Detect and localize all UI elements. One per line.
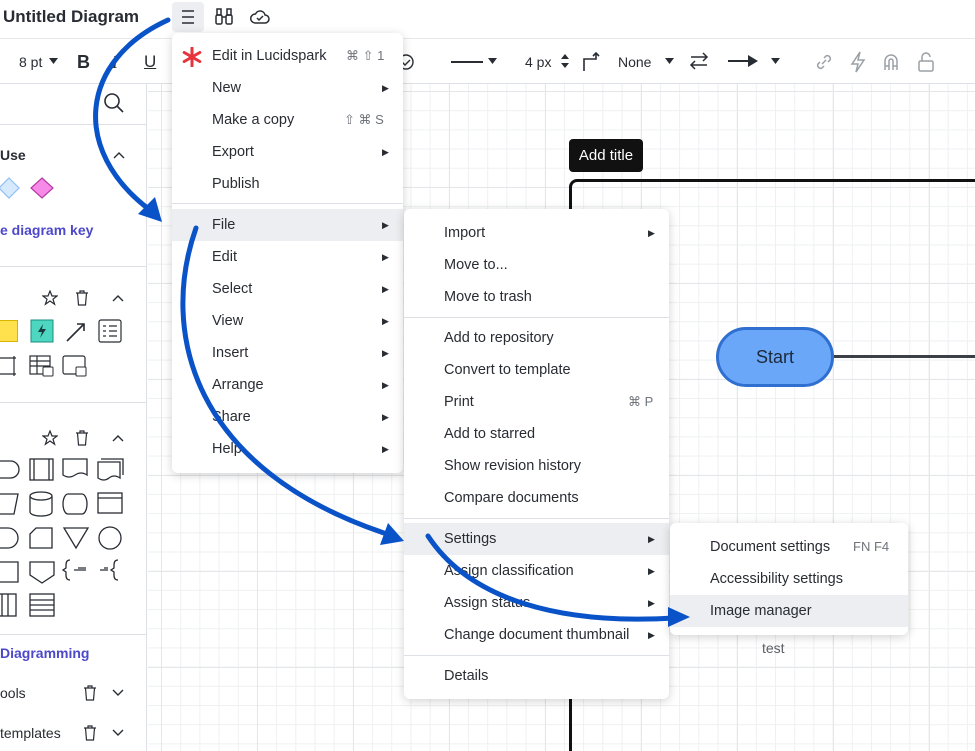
top-bar: Untitled Diagram <box>0 0 975 38</box>
formatting-toolbar: 8 pt B I U 4 px None <box>0 38 975 84</box>
line-style-icon[interactable] <box>451 60 483 64</box>
menu-item-add-to-starred[interactable]: Add to starred <box>404 418 669 450</box>
star-icon[interactable] <box>42 290 58 306</box>
menu-item-accessibility-settings[interactable]: Accessibility settings <box>670 563 908 595</box>
menu-item-move-to-trash[interactable]: Move to trash <box>404 281 669 313</box>
menu-item-edit-in-lucidspark[interactable]: Edit in Lucidspark ⌘ ⇧ 1 <box>172 40 403 72</box>
container-shape-icon[interactable] <box>0 354 18 378</box>
menu-item-compare-documents[interactable]: Compare documents <box>404 482 669 514</box>
chevron-down-icon[interactable] <box>112 729 124 737</box>
chevron-down-icon[interactable] <box>665 58 674 65</box>
trash-icon[interactable] <box>83 685 97 701</box>
chevron-down-icon[interactable] <box>112 689 124 697</box>
bold-button[interactable]: B <box>77 52 90 73</box>
menu-item-assign-classification[interactable]: Assign classification ▶ <box>404 555 669 587</box>
arrow-endpoint-icon[interactable] <box>728 54 760 68</box>
menu-item-help[interactable]: Help ▶ <box>172 433 403 465</box>
menu-item-publish[interactable]: Publish <box>172 168 403 200</box>
menu-divider <box>404 655 669 656</box>
connector-line[interactable] <box>834 355 975 358</box>
menu-divider <box>172 203 403 204</box>
menu-item-arrange[interactable]: Arrange ▶ <box>172 369 403 401</box>
underline-button[interactable]: U <box>144 52 156 72</box>
sticky-note-shape[interactable] <box>0 320 18 342</box>
text-label[interactable]: test <box>762 640 785 656</box>
menu-item-make-a-copy[interactable]: Make a copy ⇧ ⌘ S <box>172 104 403 136</box>
magnet-icon[interactable] <box>882 52 900 72</box>
menu-item-view[interactable]: View ▶ <box>172 305 403 337</box>
section-title-use: Use <box>0 147 26 163</box>
menu-icon <box>182 10 194 24</box>
diamond-shape-light-icon[interactable] <box>0 177 20 199</box>
menu-divider <box>404 518 669 519</box>
lucidspark-icon <box>182 47 202 67</box>
line-arrow-shape-icon[interactable] <box>64 320 88 344</box>
menu-divider <box>404 317 669 318</box>
chevron-down-icon[interactable] <box>49 58 58 65</box>
menu-item-settings[interactable]: Settings ▶ <box>404 523 669 555</box>
card-shape-icon[interactable] <box>62 354 88 378</box>
line-width-stepper[interactable]: 4 px <box>525 54 551 70</box>
menu-item-share[interactable]: Share ▶ <box>172 401 403 433</box>
file-submenu: Import ▶ Move to... Move to trash Add to … <box>404 209 669 699</box>
swap-endpoints-icon[interactable] <box>688 51 710 71</box>
templates-section-label[interactable]: templates <box>0 725 61 741</box>
trash-icon[interactable] <box>75 290 89 306</box>
menu-item-export[interactable]: Export ▶ <box>172 136 403 168</box>
menu-item-show-revision-history[interactable]: Show revision history <box>404 450 669 482</box>
add-title-button[interactable]: Add title <box>569 139 643 172</box>
trash-icon[interactable] <box>75 430 89 446</box>
endpoint-start-select[interactable]: None <box>618 54 651 70</box>
shape-library-panel: Use e diagram key Diagramming ools templ… <box>0 84 147 751</box>
document-title[interactable]: Untitled Diagram <box>3 7 139 27</box>
line-shape-elbow-icon[interactable] <box>582 51 602 73</box>
lock-icon[interactable] <box>917 51 935 73</box>
menu-item-select[interactable]: Select ▶ <box>172 273 403 305</box>
menu-item-document-settings[interactable]: Document settings FN F4 <box>670 531 908 563</box>
start-terminator-shape[interactable]: Start <box>716 327 834 387</box>
menu-item-import[interactable]: Import ▶ <box>404 217 669 249</box>
tools-section-label[interactable]: ools <box>0 685 26 701</box>
menu-item-details[interactable]: Details <box>404 660 669 692</box>
chevron-up-icon[interactable] <box>112 434 124 442</box>
search-icon[interactable] <box>103 92 125 114</box>
stepper-arrows-icon[interactable] <box>561 53 569 69</box>
list-shape-icon[interactable] <box>98 319 122 343</box>
font-size-select[interactable]: 8 pt <box>19 54 42 70</box>
table-shape-icon[interactable] <box>29 354 55 378</box>
main-menu: Edit in Lucidspark ⌘ ⇧ 1 New ▶ Make a cop… <box>172 33 403 473</box>
menu-item-file[interactable]: File ▶ <box>172 209 403 241</box>
chevron-up-icon[interactable] <box>112 294 124 302</box>
menu-item-move-to[interactable]: Move to... <box>404 249 669 281</box>
flowchart-shapes-grid[interactable] <box>0 454 130 624</box>
menu-item-print[interactable]: Print ⌘ P <box>404 386 669 418</box>
chevron-down-icon[interactable] <box>488 58 497 65</box>
chevron-up-icon[interactable] <box>113 151 125 159</box>
menu-item-edit[interactable]: Edit ▶ <box>172 241 403 273</box>
menu-item-change-document-thumbnail[interactable]: Change document thumbnail ▶ <box>404 619 669 651</box>
chevron-down-icon[interactable] <box>771 58 780 65</box>
hamburger-menu-button[interactable] <box>172 2 204 32</box>
star-icon[interactable] <box>42 430 58 446</box>
menu-item-new[interactable]: New ▶ <box>172 72 403 104</box>
link-icon[interactable] <box>814 52 834 72</box>
menu-item-add-to-repository[interactable]: Add to repository <box>404 322 669 354</box>
italic-button[interactable]: I <box>112 52 118 73</box>
menu-item-image-manager[interactable]: Image manager <box>670 595 908 627</box>
menu-item-convert-to-template[interactable]: Convert to template <box>404 354 669 386</box>
cloud-saved-icon[interactable] <box>249 6 271 28</box>
diagramming-link[interactable]: Diagramming <box>0 645 89 661</box>
trash-icon[interactable] <box>83 725 97 741</box>
diagram-key-link[interactable]: e diagram key <box>0 222 93 238</box>
settings-submenu: Document settings FN F4 Accessibility se… <box>670 523 908 635</box>
binoculars-icon[interactable] <box>213 6 235 28</box>
menu-item-assign-status[interactable]: Assign status ▶ <box>404 587 669 619</box>
diamond-shape-pink-icon[interactable] <box>30 177 54 199</box>
action-shape-icon[interactable] <box>30 319 54 343</box>
lightning-icon[interactable] <box>849 51 867 73</box>
menu-item-insert[interactable]: Insert ▶ <box>172 337 403 369</box>
